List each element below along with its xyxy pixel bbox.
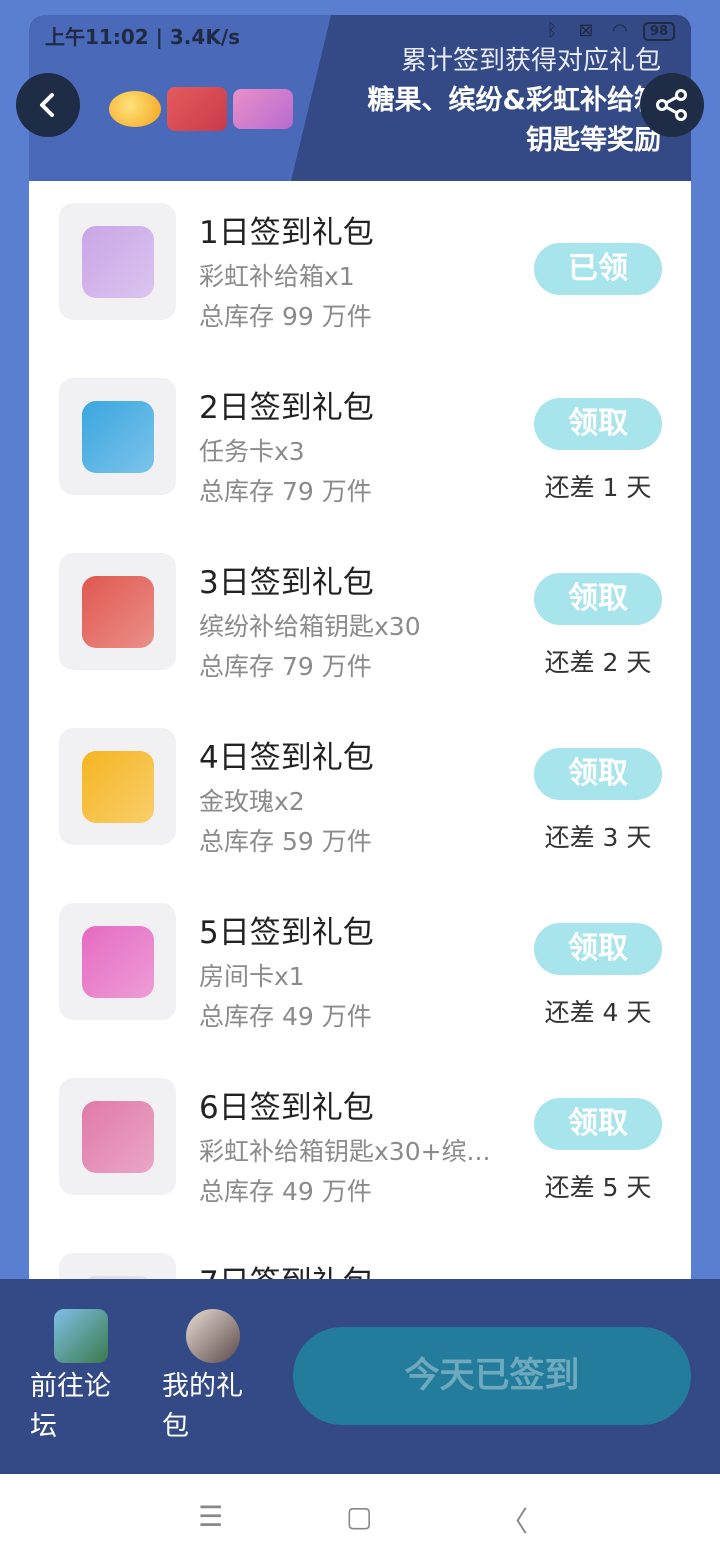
home-icon[interactable]: ▢: [346, 1500, 372, 1533]
gift-title: 5日签到礼包: [199, 915, 374, 951]
banner-line3: 钥匙等奖励: [526, 125, 661, 156]
gift-subtitle: 房间卡x1: [199, 962, 305, 991]
candy-icon: [109, 91, 161, 127]
forum-link[interactable]: 前往论坛: [30, 1309, 120, 1447]
checkin-card: 上午11:02 | 3.4K/s ᛒ ⊠ ◠ 98 累计签到获得对应礼包 糖果、…: [29, 15, 691, 1315]
gift-thumbnail: [59, 203, 176, 320]
forum-label: 前往论坛: [30, 1371, 111, 1442]
gift-title: 4日签到礼包: [199, 740, 374, 776]
system-nav-bar: ☰ ▢ 〈: [0, 1474, 720, 1560]
gift-thumbnail: [59, 1078, 176, 1195]
gift-thumbnail: [59, 553, 176, 670]
banner-line1: 累计签到获得对应礼包: [400, 46, 661, 76]
rainbow-key-icon: [233, 89, 293, 129]
days-remaining: 还差 3 天: [544, 823, 652, 852]
claim-button[interactable]: 领取: [534, 748, 662, 800]
gift-item: 5日签到礼包房间卡x1 总库存 49 万件 领取还差 4 天: [29, 881, 691, 1056]
days-remaining: 还差 5 天: [544, 1173, 652, 1202]
gift-title: 6日签到礼包: [199, 1090, 374, 1126]
gift-subtitle: 彩虹补给箱x1: [199, 262, 355, 291]
gift-thumbnail: [59, 903, 176, 1020]
gift-stock: 总库存 59 万件: [199, 827, 372, 856]
signed-today-button[interactable]: 今天已签到: [293, 1327, 691, 1425]
gift-stock: 总库存 79 万件: [199, 652, 372, 681]
gift-subtitle: 缤纷补给箱钥匙x30: [199, 612, 421, 641]
gift-stock: 总库存 49 万件: [199, 1177, 372, 1206]
back-arrow-icon: [40, 93, 54, 117]
gift-subtitle: 彩虹补给箱钥匙x30+缤...: [199, 1137, 491, 1166]
forum-icon: [54, 1309, 108, 1363]
claim-button[interactable]: 领取: [534, 923, 662, 975]
gift-title: 2日签到礼包: [199, 390, 374, 426]
gift-title: 1日签到礼包: [199, 215, 374, 251]
banner: 上午11:02 | 3.4K/s ᛒ ⊠ ◠ 98 累计签到获得对应礼包 糖果、…: [29, 15, 691, 181]
claim-button[interactable]: 领取: [534, 573, 662, 625]
gift-stock: 总库存 49 万件: [199, 1002, 372, 1031]
banner-decoration: [109, 87, 293, 131]
gift-stock: 总库存 99 万件: [199, 302, 372, 331]
bluetooth-icon: ᛒ: [546, 20, 558, 41]
no-sim-icon: ⊠: [578, 20, 594, 41]
gift-art-icon: [81, 750, 154, 823]
gift-item: 3日签到礼包缤纷补给箱钥匙x30 总库存 79 万件 领取还差 2 天: [29, 531, 691, 706]
bottom-bar: 前往论坛 我的礼包 今天已签到: [0, 1279, 720, 1474]
gift-art-icon: [81, 1100, 154, 1173]
battery-indicator: 98: [642, 21, 675, 41]
gift-art-icon: [81, 400, 154, 473]
wifi-icon: ◠: [612, 20, 628, 41]
gift-stock: 总库存 79 万件: [199, 477, 372, 506]
gift-subtitle: 金玫瑰x2: [199, 787, 305, 816]
gift-art-icon: [81, 225, 154, 298]
days-remaining: 还差 4 天: [544, 998, 652, 1027]
supply-key-icon: [167, 87, 227, 131]
gift-thumbnail: [59, 378, 176, 495]
status-time: 上午11:02 | 3.4K/s: [45, 25, 241, 49]
banner-text: 累计签到获得对应礼包 糖果、缤纷&彩虹补给箱 钥匙等奖励: [367, 41, 661, 161]
gift-subtitle: 任务卡x3: [199, 437, 305, 466]
days-remaining: 还差 2 天: [544, 648, 652, 677]
menu-icon[interactable]: ☰: [198, 1500, 223, 1533]
back-button[interactable]: [16, 73, 80, 137]
gift-list: 1日签到礼包彩虹补给箱x1 总库存 99 万件 已领 2日签到礼包任务卡x3 总库存 7…: [29, 181, 691, 1315]
share-button[interactable]: [640, 73, 704, 137]
gift-art-icon: [81, 925, 154, 998]
gift-art-icon: [81, 575, 154, 648]
claim-button[interactable]: 已领: [534, 243, 662, 295]
status-icons: ᛒ ⊠ ◠ 98: [541, 21, 675, 41]
banner-line2: 糖果、缤纷&彩虹补给箱: [367, 85, 661, 116]
gift-item: 2日签到礼包任务卡x3 总库存 79 万件 领取还差 1 天: [29, 356, 691, 531]
gift-item: 1日签到礼包彩虹补给箱x1 总库存 99 万件 已领: [29, 181, 691, 356]
gift-item: 4日签到礼包金玫瑰x2 总库存 59 万件 领取还差 3 天: [29, 706, 691, 881]
my-gifts-link[interactable]: 我的礼包: [162, 1309, 252, 1447]
share-icon: [656, 89, 687, 121]
claim-button[interactable]: 领取: [534, 1098, 662, 1150]
claim-button[interactable]: 领取: [534, 398, 662, 450]
gift-thumbnail: [59, 728, 176, 845]
my-gifts-label: 我的礼包: [162, 1371, 243, 1442]
gift-title: 3日签到礼包: [199, 565, 374, 601]
gift-item: 6日签到礼包彩虹补给箱钥匙x30+缤... 总库存 49 万件 领取还差 5 天: [29, 1056, 691, 1231]
avatar-gift-icon: [186, 1309, 240, 1363]
back-nav-icon[interactable]: 〈: [500, 1500, 528, 1540]
days-remaining: 还差 1 天: [544, 473, 652, 502]
